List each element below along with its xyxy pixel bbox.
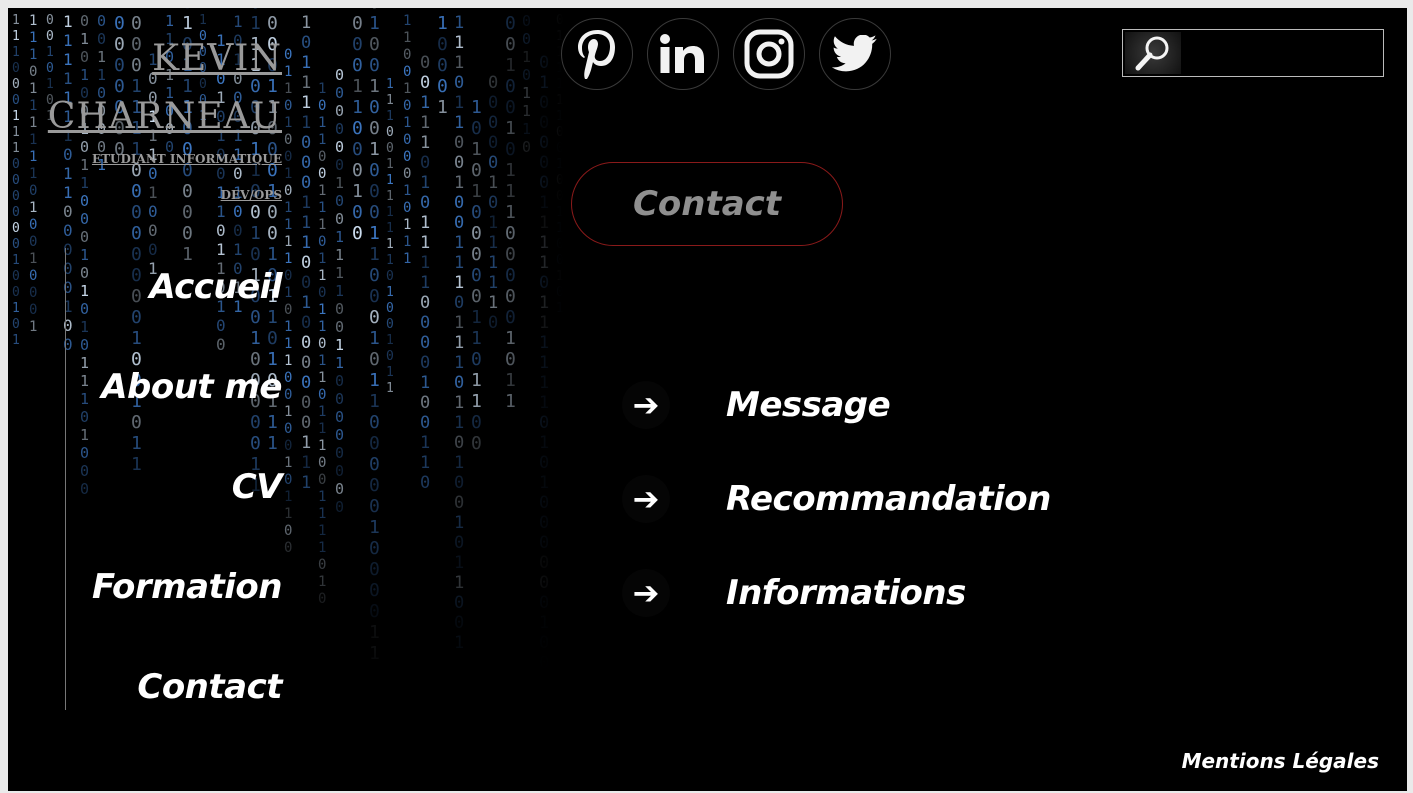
brand: KEVIN CHARNEAU ETUDIANT INFORMATIQUE DEV… [48,30,282,202]
twitter-button[interactable] [819,18,891,90]
link-informations[interactable]: Informations [726,573,966,613]
main-nav: Accueil About me CV Formation Contact [92,263,283,763]
link-row-recommandation[interactable]: ➔ Recommandation [622,452,1051,546]
nav-divider [65,248,66,710]
pinterest-icon [578,30,615,79]
link-recommandation[interactable]: Recommandation [726,479,1051,519]
nav-item-about-me[interactable]: About me [92,363,282,463]
brand-subtitle[interactable]: ETUDIANT INFORMATIQUE [48,152,282,166]
brand-last-name[interactable]: CHARNEAU [48,88,282,146]
arrow-right-icon: ➔ [622,475,670,523]
link-message[interactable]: Message [726,385,891,425]
instagram-icon [744,29,794,79]
linkedin-button[interactable] [647,18,719,90]
nav-item-formation[interactable]: Formation [92,563,283,663]
pinterest-button[interactable] [561,18,633,90]
magnifier-icon [1135,36,1169,71]
nav-item-accueil[interactable]: Accueil [92,263,282,363]
contact-section-button[interactable]: Contact [571,162,843,246]
search-box [1122,29,1384,77]
contact-links: ➔ Message ➔ Recommandation ➔ Information… [622,358,1051,640]
page: 1110001110000001001010111011111101001000… [8,8,1407,791]
brand-first-name[interactable]: KEVIN [48,30,282,88]
search-button[interactable] [1125,32,1181,74]
arrow-right-icon: ➔ [622,569,670,617]
link-row-message[interactable]: ➔ Message [622,358,1051,452]
social-links [561,18,891,90]
nav-item-cv[interactable]: CV [92,463,283,563]
legal-mentions-link[interactable]: Mentions Légales [1182,749,1379,773]
arrow-right-icon: ➔ [622,381,670,429]
linkedin-icon [660,34,704,73]
brand-subtitle-devops[interactable]: DEV/OPS [48,188,282,202]
link-row-informations[interactable]: ➔ Informations [622,546,1051,640]
twitter-icon [832,35,877,72]
instagram-button[interactable] [733,18,805,90]
search-input[interactable] [1185,34,1379,72]
nav-item-contact[interactable]: Contact [92,663,282,763]
